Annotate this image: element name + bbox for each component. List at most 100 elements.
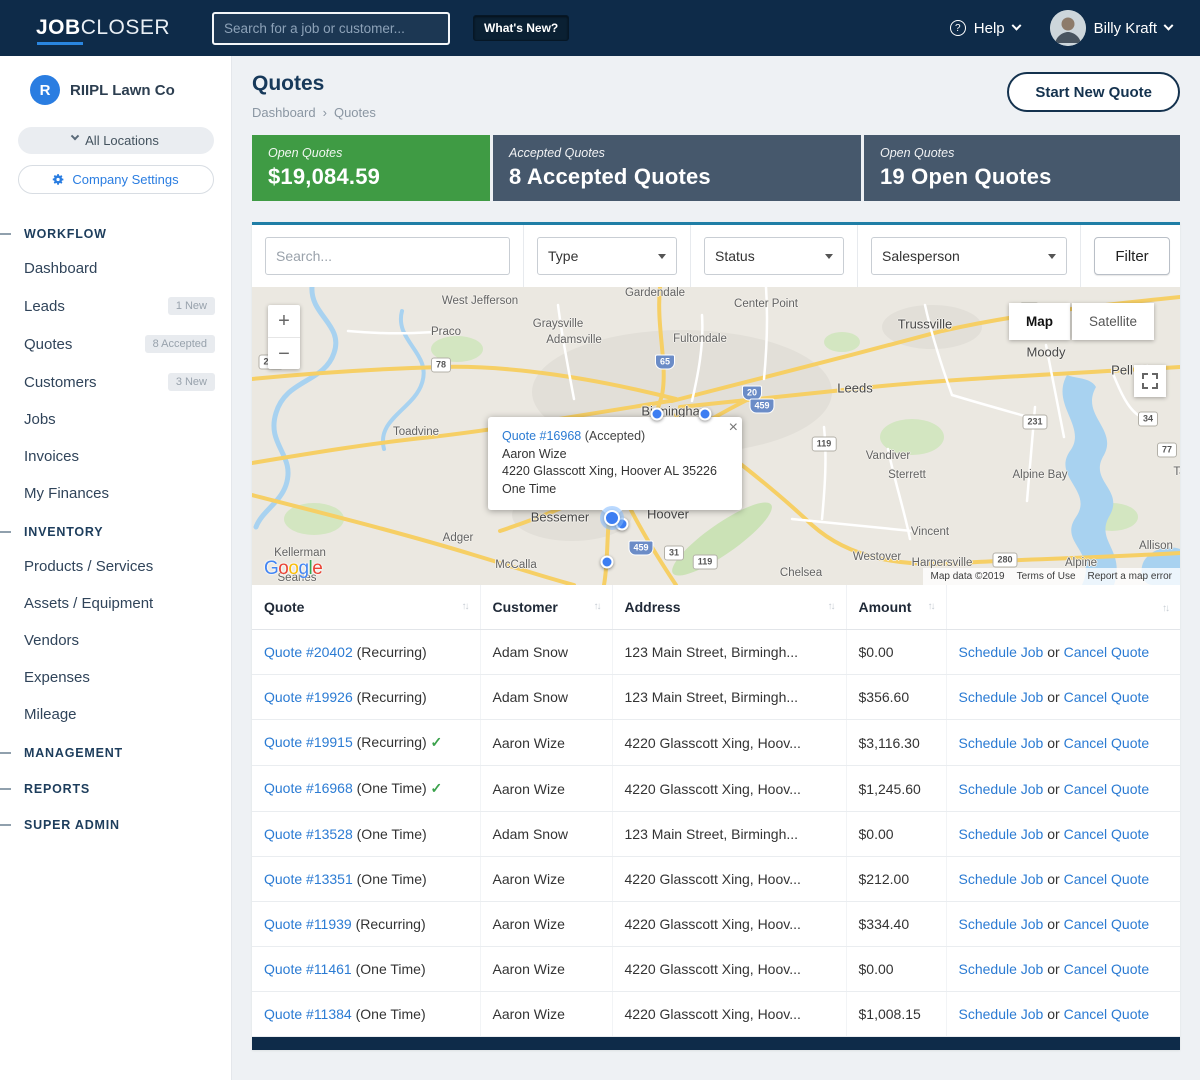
map-type-map-button[interactable]: Map — [1009, 303, 1070, 340]
cancel-quote-link[interactable]: Cancel Quote — [1064, 916, 1150, 932]
sidebar-item-my-finances[interactable]: My Finances — [0, 475, 231, 512]
quote-link[interactable]: Quote #20402 — [264, 644, 353, 660]
column-header-customer[interactable]: Customer↑↓ — [480, 585, 612, 630]
stat-label: Accepted Quotes — [509, 146, 845, 160]
global-search-input[interactable] — [212, 12, 450, 45]
sidebar-item-quotes[interactable]: Quotes8 Accepted — [0, 325, 231, 363]
whats-new-button[interactable]: What's New? — [473, 15, 569, 41]
quote-link[interactable]: Quote #13528 — [264, 826, 353, 842]
terms-of-use-link[interactable]: Terms of Use — [1017, 571, 1076, 582]
type-select[interactable]: Type — [537, 237, 677, 275]
nav-section-workflow: WORKFLOW — [0, 214, 231, 250]
sort-icon[interactable]: ↑↓ — [462, 601, 468, 612]
column-header-quote[interactable]: Quote↑↓ — [252, 585, 480, 630]
map-label: West Jefferson — [442, 295, 518, 307]
fullscreen-button[interactable] — [1134, 365, 1166, 397]
schedule-job-link[interactable]: Schedule Job — [959, 916, 1044, 932]
sidebar-item-invoices[interactable]: Invoices — [0, 438, 231, 475]
map-canvas[interactable]: + − Map Satellite × Quote #16968 (Accept… — [252, 287, 1180, 585]
cancel-quote-link[interactable]: Cancel Quote — [1064, 644, 1150, 660]
map-type-control: Map Satellite — [1009, 303, 1154, 340]
map-marker[interactable] — [699, 408, 712, 421]
sort-icon[interactable]: ↑↓ — [1162, 603, 1168, 614]
help-menu[interactable]: ? Help — [950, 20, 1020, 37]
map-marker[interactable] — [604, 510, 620, 526]
type-select-value: Type — [548, 248, 578, 264]
schedule-job-link[interactable]: Schedule Job — [959, 871, 1044, 887]
map-type-satellite-button[interactable]: Satellite — [1072, 303, 1154, 340]
quote-link[interactable]: Quote #19926 — [264, 689, 353, 705]
column-header-address[interactable]: Address↑↓ — [612, 585, 846, 630]
schedule-job-link[interactable]: Schedule Job — [959, 1006, 1044, 1022]
sidebar-item-customers[interactable]: Customers3 New — [0, 363, 231, 401]
sidebar-nav: WORKFLOWDashboardLeads1 NewQuotes8 Accep… — [0, 214, 231, 841]
filter-button[interactable]: Filter — [1094, 237, 1170, 275]
schedule-job-link[interactable]: Schedule Job — [959, 961, 1044, 977]
zoom-in-button[interactable]: + — [268, 305, 300, 337]
schedule-job-link[interactable]: Schedule Job — [959, 735, 1044, 751]
actions-cell: Schedule Job or Cancel Quote — [946, 630, 1180, 675]
quotes-search-input[interactable] — [265, 237, 510, 275]
report-map-error-link[interactable]: Report a map error — [1088, 571, 1172, 582]
salesperson-select[interactable]: Salesperson — [871, 237, 1067, 275]
sort-icon[interactable]: ↑↓ — [928, 601, 934, 612]
column-header-actions[interactable]: ↑↓ — [946, 585, 1180, 630]
quote-cell: Quote #13351 (One Time) — [252, 857, 480, 902]
breadcrumb-dashboard-link[interactable]: Dashboard — [252, 105, 316, 120]
nav-section-management: MANAGEMENT — [0, 733, 231, 769]
cancel-quote-link[interactable]: Cancel Quote — [1064, 1006, 1150, 1022]
map-marker[interactable] — [651, 408, 664, 421]
google-logo[interactable]: Google — [264, 558, 322, 580]
all-locations-dropdown[interactable]: All Locations — [18, 127, 214, 154]
schedule-job-link[interactable]: Schedule Job — [959, 689, 1044, 705]
sort-icon[interactable]: ↑↓ — [828, 601, 834, 612]
quote-link[interactable]: Quote #13351 — [264, 871, 353, 887]
actions-cell: Schedule Job or Cancel Quote — [946, 675, 1180, 720]
stat-card: Open Quotes$19,084.59 — [252, 135, 490, 201]
column-header-amount[interactable]: Amount↑↓ — [846, 585, 946, 630]
company-settings-button[interactable]: Company Settings — [18, 165, 214, 194]
cancel-quote-link[interactable]: Cancel Quote — [1064, 689, 1150, 705]
status-select[interactable]: Status — [704, 237, 844, 275]
map-label: Adamsville — [546, 334, 602, 346]
quote-cell: Quote #19915 (Recurring) ✓ — [252, 720, 480, 766]
sidebar-item-leads[interactable]: Leads1 New — [0, 287, 231, 325]
schedule-job-link[interactable]: Schedule Job — [959, 781, 1044, 797]
cancel-quote-link[interactable]: Cancel Quote — [1064, 735, 1150, 751]
or-text: or — [1043, 644, 1063, 660]
quote-link[interactable]: Quote #11461 — [264, 961, 352, 977]
info-window-quote-link[interactable]: Quote #16968 — [502, 429, 581, 443]
schedule-job-link[interactable]: Schedule Job — [959, 826, 1044, 842]
amount-cell: $1,008.15 — [846, 992, 946, 1037]
quote-link[interactable]: Quote #11939 — [264, 916, 352, 932]
sort-icon[interactable]: ↑↓ — [594, 601, 600, 612]
user-menu[interactable]: Billy Kraft — [1050, 10, 1172, 46]
route-shield: 77 — [1157, 443, 1177, 458]
quote-link[interactable]: Quote #11384 — [264, 1006, 352, 1022]
app-logo[interactable]: JOBCLOSER — [36, 16, 170, 40]
cancel-quote-link[interactable]: Cancel Quote — [1064, 871, 1150, 887]
sidebar-item-vendors[interactable]: Vendors — [0, 622, 231, 659]
sidebar: R RIIPL Lawn Co All Locations Company Se… — [0, 56, 232, 1080]
zoom-out-button[interactable]: − — [268, 337, 300, 369]
avatar-image — [1050, 10, 1086, 46]
user-name: Billy Kraft — [1094, 20, 1157, 37]
sidebar-item-assets-equipment[interactable]: Assets / Equipment — [0, 585, 231, 622]
amount-cell: $3,116.30 — [846, 720, 946, 766]
sidebar-item-mileage[interactable]: Mileage — [0, 696, 231, 733]
map-label: Trussville — [898, 317, 952, 332]
sidebar-item-dashboard[interactable]: Dashboard — [0, 250, 231, 287]
quote-link[interactable]: Quote #19915 — [264, 734, 353, 750]
schedule-job-link[interactable]: Schedule Job — [959, 644, 1044, 660]
cancel-quote-link[interactable]: Cancel Quote — [1064, 961, 1150, 977]
sidebar-item-expenses[interactable]: Expenses — [0, 659, 231, 696]
cancel-quote-link[interactable]: Cancel Quote — [1064, 781, 1150, 797]
map-marker[interactable] — [601, 556, 614, 569]
start-new-quote-button[interactable]: Start New Quote — [1007, 72, 1180, 112]
company-avatar: R — [30, 75, 60, 105]
quote-link[interactable]: Quote #16968 — [264, 780, 353, 796]
sidebar-item-jobs[interactable]: Jobs — [0, 401, 231, 438]
close-icon[interactable]: × — [729, 419, 738, 437]
sidebar-item-products-services[interactable]: Products / Services — [0, 548, 231, 585]
cancel-quote-link[interactable]: Cancel Quote — [1064, 826, 1150, 842]
